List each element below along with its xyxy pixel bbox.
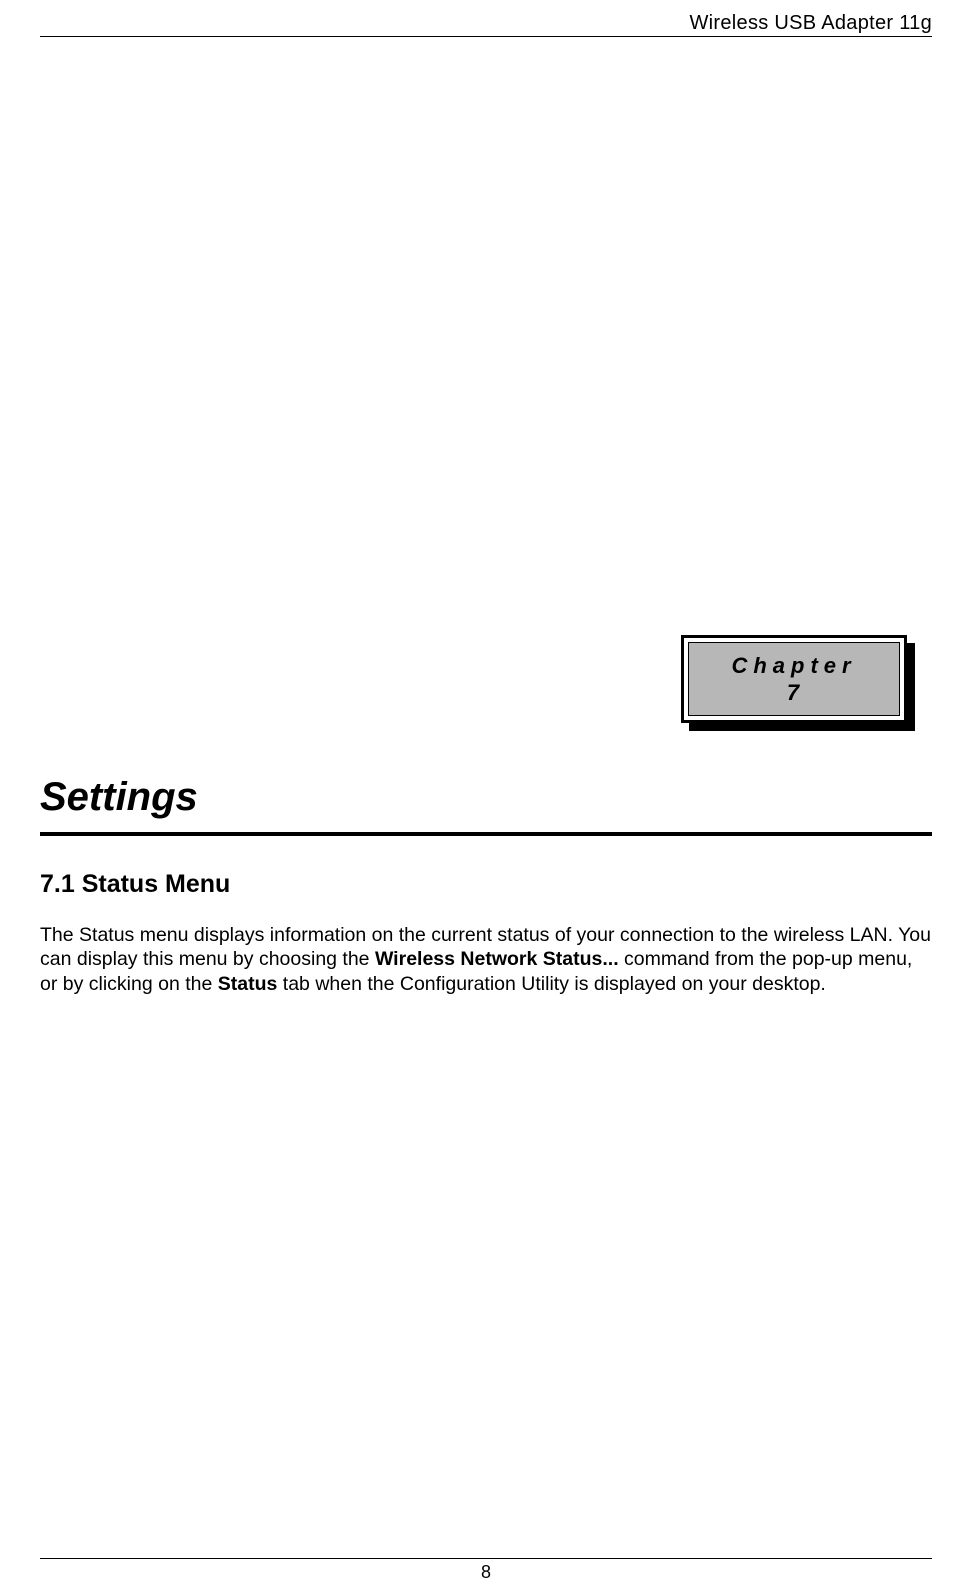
footer-rule [40,1558,932,1559]
chapter-number: 7 [787,679,801,707]
chapter-label: Chapter [731,652,856,680]
section-heading: 7.1 Status Menu [40,870,230,899]
page-title: Settings [40,775,932,828]
chapter-box-outer-border: Chapter 7 [681,635,907,723]
chapter-box: Chapter 7 [681,635,907,723]
header-rule [40,36,932,37]
body-paragraph: The Status menu displays information on … [40,923,932,996]
document-page: Wireless USB Adapter 11g Chapter 7 Setti… [0,0,972,1595]
paragraph-bold-1: Wireless Network Status... [375,948,619,970]
header-product-name: Wireless USB Adapter 11g [690,12,933,35]
paragraph-part-3: tab when the Configuration Utility is di… [277,973,825,995]
paragraph-bold-2: Status [218,973,278,995]
chapter-box-inner: Chapter 7 [688,642,900,716]
title-rule [40,832,932,836]
page-number: 8 [0,1562,972,1583]
